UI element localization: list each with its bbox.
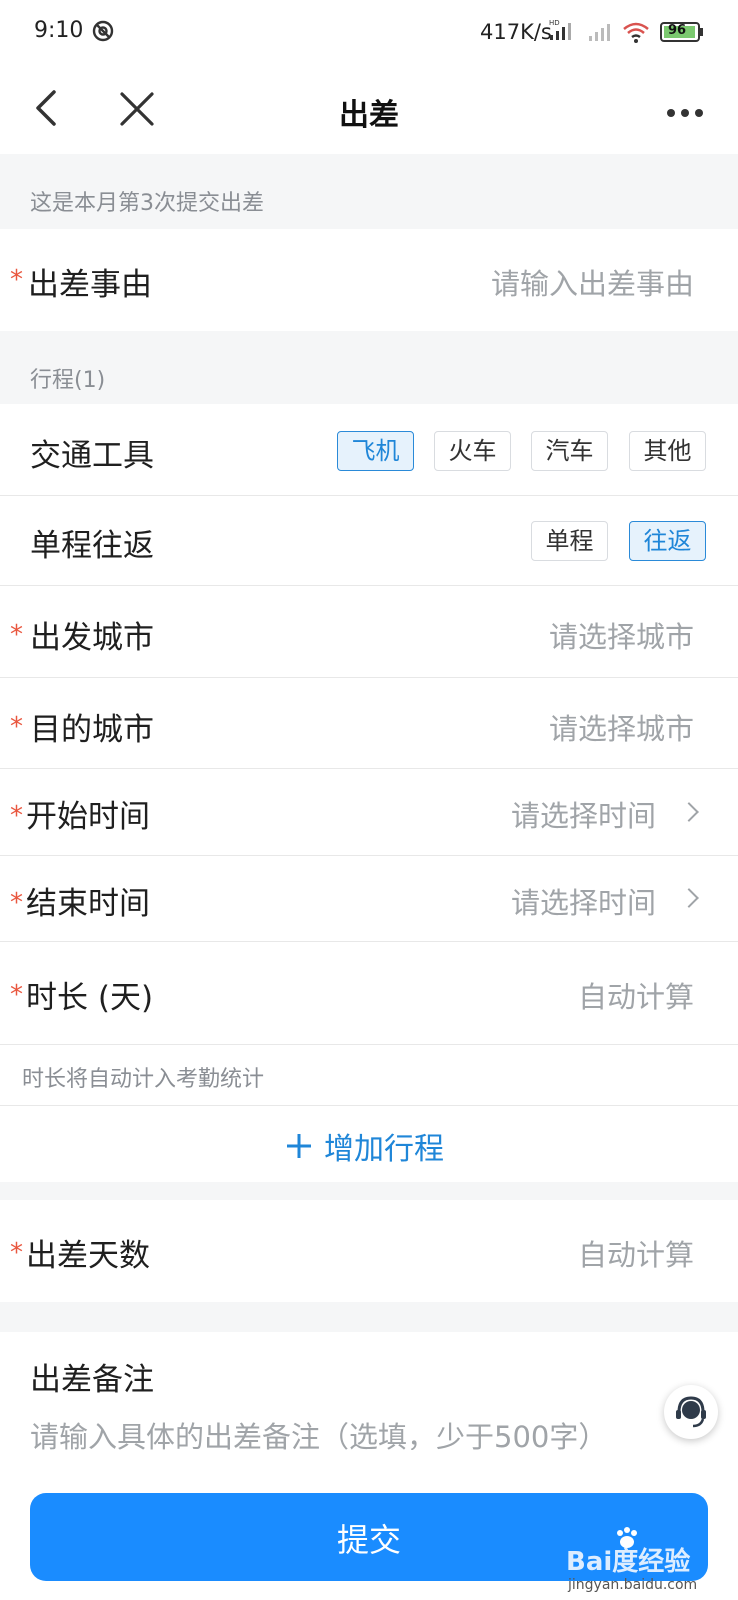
watermark-url: jingyan.baidu.com — [568, 1577, 698, 1593]
customer-service-button[interactable] — [664, 1385, 718, 1439]
chip-plane[interactable]: 飞机 — [337, 431, 414, 471]
status-bar: 9:10 417K/s HD 96 — [0, 0, 738, 66]
reason-row[interactable]: * 出差事由 请输入出差事由 — [0, 229, 738, 331]
plus-icon — [285, 1132, 313, 1164]
transport-row: 交通工具 飞机 火车 汽车 其他 — [0, 404, 738, 495]
at-icon — [92, 20, 114, 46]
trip-days-row: * 出差天数 自动计算 — [0, 1200, 738, 1302]
end-time-picker[interactable]: 请选择时间 — [511, 880, 656, 922]
duration-row: * 时长 (天) 自动计算 — [0, 942, 738, 1044]
remarks-label: 出差备注 — [30, 1362, 154, 1398]
departure-picker[interactable]: 请选择城市 — [549, 614, 694, 656]
trip-type-row: 单程往返 单程 往返 — [0, 496, 738, 585]
page-title: 出差 — [339, 98, 399, 133]
trip-days-value: 自动计算 — [577, 1238, 694, 1272]
reason-input[interactable]: 请输入出差事由 — [491, 261, 694, 303]
reason-label: 出差事由 — [28, 267, 152, 303]
baidu-watermark: Bai度经验 jingyan.baidu.com — [566, 1527, 736, 1597]
duration-hint: 时长将自动计入考勤统计 — [22, 1067, 265, 1092]
end-time-label: 结束时间 — [26, 886, 150, 922]
duration-label: 时长 (天) — [26, 980, 154, 1016]
network-speed: 417K/s — [480, 20, 552, 44]
required-mark: * — [10, 620, 23, 650]
chip-round-trip[interactable]: 往返 — [629, 521, 706, 561]
trip-days-label: 出差天数 — [26, 1238, 150, 1274]
departure-row[interactable]: * 出发城市 请选择城市 — [0, 586, 738, 677]
required-mark: * — [10, 1238, 23, 1268]
svg-text:HD: HD — [549, 19, 560, 27]
monthly-notice: 这是本月第3次提交出差 — [30, 191, 264, 216]
required-mark: * — [10, 980, 23, 1010]
start-time-row[interactable]: * 开始时间 请选择时间 — [0, 769, 738, 855]
add-trip-button[interactable]: 增加行程 — [0, 1106, 738, 1182]
chip-bus[interactable]: 汽车 — [531, 431, 608, 471]
duration-value: 自动计算 — [577, 980, 694, 1014]
add-trip-label: 增加行程 — [324, 1132, 444, 1167]
wifi-icon — [622, 20, 650, 48]
chip-one-way[interactable]: 单程 — [531, 521, 608, 561]
required-mark: * — [10, 265, 23, 295]
watermark-brand: Bai度经验 — [566, 1547, 691, 1577]
more-icon[interactable] — [666, 104, 704, 123]
trip-section-title: 行程(1) — [30, 368, 106, 393]
required-mark: * — [10, 712, 23, 742]
chevron-right-icon — [679, 888, 699, 908]
start-time-label: 开始时间 — [26, 799, 150, 835]
required-mark: * — [10, 888, 23, 918]
battery-icon: 96 — [660, 22, 704, 42]
destination-picker[interactable]: 请选择城市 — [549, 706, 694, 748]
remarks-textarea[interactable]: 请输入具体的出差备注（选填，少于500字） — [30, 1414, 607, 1450]
destination-row[interactable]: * 目的城市 请选择城市 — [0, 678, 738, 768]
signal-2-icon — [588, 22, 612, 46]
departure-label: 出发城市 — [30, 620, 154, 656]
required-mark: * — [10, 801, 23, 831]
transport-label: 交通工具 — [30, 438, 154, 474]
chip-other[interactable]: 其他 — [629, 431, 706, 471]
trip-type-label: 单程往返 — [30, 528, 154, 564]
headset-icon — [673, 1394, 709, 1434]
start-time-picker[interactable]: 请选择时间 — [511, 793, 656, 835]
status-time: 9:10 — [34, 18, 84, 43]
chip-train[interactable]: 火车 — [434, 431, 511, 471]
end-time-row[interactable]: * 结束时间 请选择时间 — [0, 856, 738, 941]
duration-hint-row: 时长将自动计入考勤统计 — [0, 1045, 738, 1105]
nav-header: 出差 — [0, 66, 738, 154]
chevron-right-icon — [679, 802, 699, 822]
signal-icon: HD — [548, 18, 578, 46]
destination-label: 目的城市 — [30, 712, 154, 748]
